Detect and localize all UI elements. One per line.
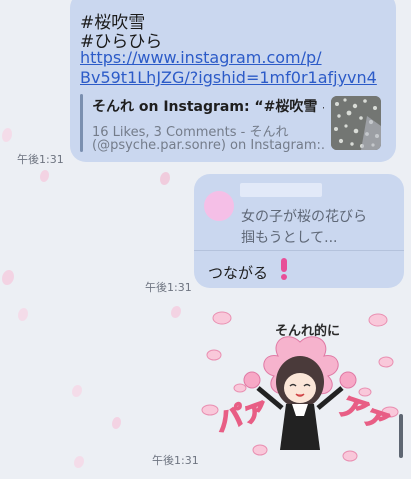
reply-quote-text-line1: 女の子が桜の花びら <box>241 209 367 225</box>
timestamp: 午後1:31 <box>152 454 199 467</box>
petal-decoration <box>160 172 170 185</box>
scrollbar[interactable] <box>399 414 403 458</box>
petal-decoration <box>112 417 121 429</box>
timestamp: 午後1:31 <box>17 153 64 166</box>
petal-decoration <box>18 308 28 321</box>
petal-decoration <box>74 456 84 468</box>
timestamp: 午後1:31 <box>145 281 192 294</box>
link-preview-description-2: (@psyche.par.sonre) on Instagram:... <box>92 138 324 153</box>
link-preview-title[interactable]: そんれ on Instagram: “#桜吹雪 #... <box>92 96 324 116</box>
petal-decoration <box>171 306 181 318</box>
reply-quote-text-line2: 掴もうとして... <box>241 230 338 246</box>
pink-exclamation-icon <box>281 258 287 280</box>
link-preview-thumbnail[interactable] <box>331 96 381 150</box>
reply-sender-name-redacted <box>240 183 322 197</box>
message-text: つながる <box>208 264 269 282</box>
petal-decoration <box>2 270 14 285</box>
petal-decoration <box>2 128 12 142</box>
reply-avatar <box>204 191 234 221</box>
instagram-link-line2[interactable]: Bv59t1LhJZG/?igshid=1mf0r1afjyvn4 <box>80 68 377 87</box>
sticker-caption: そんれ的に <box>275 324 341 339</box>
petal-decoration <box>40 170 49 182</box>
instagram-link-line1[interactable]: https://www.instagram.com/p/ <box>80 48 322 67</box>
link-preview-bar <box>80 94 83 152</box>
petal-decoration <box>72 385 82 397</box>
